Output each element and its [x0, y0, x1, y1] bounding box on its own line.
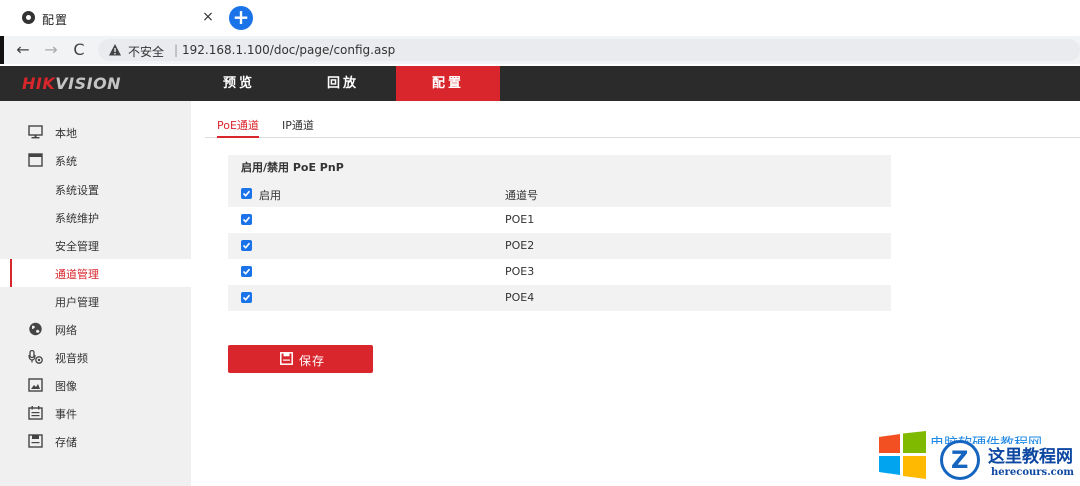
- window-edge: [0, 36, 4, 64]
- close-tab-icon[interactable]: ×: [201, 8, 215, 26]
- watermark-z-logo: Z: [940, 440, 980, 480]
- sidebar-item-label: 视音频: [55, 352, 88, 365]
- sidebar: 本地 系统 系统设置 系统维护 安全管理 通道管理 用户管理 网络 视音频 图像…: [0, 101, 191, 486]
- channel-number: POE3: [505, 265, 535, 278]
- new-tab-button[interactable]: +: [229, 6, 253, 30]
- watermark-url: herecours.com: [991, 467, 1075, 478]
- channel-number: POE1: [505, 213, 535, 226]
- back-button[interactable]: ←: [12, 38, 34, 62]
- sidebar-item-label: 安全管理: [55, 240, 99, 253]
- sidebar-item-system-maintenance[interactable]: 系统维护: [0, 203, 191, 231]
- sidebar-item-label: 系统: [55, 155, 77, 168]
- tab-ip-channel[interactable]: IP通道: [282, 117, 314, 138]
- sidebar-item-system-settings[interactable]: 系统设置: [0, 175, 191, 203]
- app-header: HIKVISION 预览 回放 配置: [0, 66, 1080, 101]
- save-button[interactable]: 保存: [228, 345, 373, 373]
- table-row: POE3: [228, 259, 891, 285]
- browser-tab-bar: 配置 × +: [0, 0, 1080, 36]
- sidebar-item-label: 网络: [55, 324, 77, 337]
- table-row: POE4: [228, 285, 891, 311]
- hikvision-logo: HIKVISION: [22, 74, 122, 93]
- camera-favicon-icon: [22, 11, 35, 24]
- omnibox-separator: |: [174, 43, 179, 57]
- monitor-icon: [28, 125, 43, 139]
- watermark-site-name: 这里教程网: [988, 447, 1073, 467]
- sidebar-item-local[interactable]: 本地: [0, 118, 191, 146]
- image-icon: [28, 378, 43, 392]
- system-icon: [28, 153, 43, 167]
- address-bar: ← → C 不安全 | 192.168.1.100/doc/page/confi…: [0, 36, 1080, 64]
- enable-checkbox-poe1[interactable]: [241, 214, 252, 225]
- sidebar-item-user-management[interactable]: 用户管理: [0, 287, 191, 315]
- save-label: 保存: [299, 354, 326, 368]
- globe-icon: [29, 322, 42, 336]
- sidebar-item-label: 本地: [55, 127, 77, 140]
- sidebar-item-label: 事件: [55, 408, 77, 421]
- sidebar-item-audio-video[interactable]: 视音频: [0, 343, 191, 371]
- storage-icon: [28, 434, 43, 448]
- table-row: POE2: [228, 233, 891, 259]
- channel-tabs: PoE通道 IP通道: [205, 115, 1080, 138]
- security-status[interactable]: 不安全: [128, 43, 164, 60]
- channel-number: POE2: [505, 239, 535, 252]
- sidebar-item-channel-management[interactable]: 通道管理: [0, 259, 191, 287]
- sidebar-item-event[interactable]: 事件: [0, 399, 191, 427]
- sidebar-item-label: 存储: [55, 436, 77, 449]
- forward-button[interactable]: →: [40, 38, 62, 62]
- warning-icon[interactable]: [108, 43, 122, 57]
- nav-tab-config[interactable]: 配置: [396, 66, 500, 101]
- poe-pnp-panel: 启用/禁用 PoE PnP 启用 通道号 POE1 POE2 POE3 POE4: [228, 155, 891, 311]
- watermark: 电脑软硬件教程网 Z 这里教程网 herecours.com: [874, 426, 1080, 486]
- enable-checkbox-poe2[interactable]: [241, 240, 252, 251]
- sidebar-item-label: 系统设置: [55, 184, 99, 197]
- table-row: POE1: [228, 207, 891, 233]
- sidebar-item-label: 通道管理: [55, 268, 99, 281]
- nav-tab-preview[interactable]: 预览: [187, 66, 291, 101]
- sidebar-item-image[interactable]: 图像: [0, 371, 191, 399]
- enable-checkbox-poe4[interactable]: [241, 292, 252, 303]
- sidebar-item-label: 系统维护: [55, 212, 99, 225]
- sidebar-item-network[interactable]: 网络: [0, 315, 191, 343]
- tab-poe-channel[interactable]: PoE通道: [217, 117, 259, 138]
- channel-number: POE4: [505, 291, 535, 304]
- browser-tab[interactable]: 配置 ×: [0, 0, 225, 36]
- reload-button[interactable]: C: [68, 38, 90, 62]
- column-header-enable: 启用: [259, 189, 281, 202]
- tab-title: 配置: [42, 13, 69, 27]
- table-header-row: 启用 通道号: [228, 181, 891, 207]
- sidebar-item-label: 图像: [55, 380, 77, 393]
- sidebar-item-security-management[interactable]: 安全管理: [0, 231, 191, 259]
- url-input[interactable]: 不安全 | 192.168.1.100/doc/page/config.asp: [98, 39, 1080, 61]
- save-icon: [280, 352, 293, 365]
- enable-checkbox-poe3[interactable]: [241, 266, 252, 277]
- url-text[interactable]: 192.168.1.100/doc/page/config.asp: [182, 43, 395, 57]
- panel-title: 启用/禁用 PoE PnP: [228, 155, 891, 181]
- audio-video-icon: [28, 350, 43, 364]
- sidebar-item-system[interactable]: 系统: [0, 146, 191, 174]
- select-all-checkbox[interactable]: [241, 188, 252, 199]
- column-header-channel: 通道号: [505, 189, 538, 202]
- sidebar-item-storage[interactable]: 存储: [0, 427, 191, 455]
- calendar-icon: [28, 406, 43, 420]
- sidebar-item-label: 用户管理: [55, 296, 99, 309]
- windows-logo-icon: [879, 431, 926, 479]
- nav-tab-playback[interactable]: 回放: [291, 66, 395, 101]
